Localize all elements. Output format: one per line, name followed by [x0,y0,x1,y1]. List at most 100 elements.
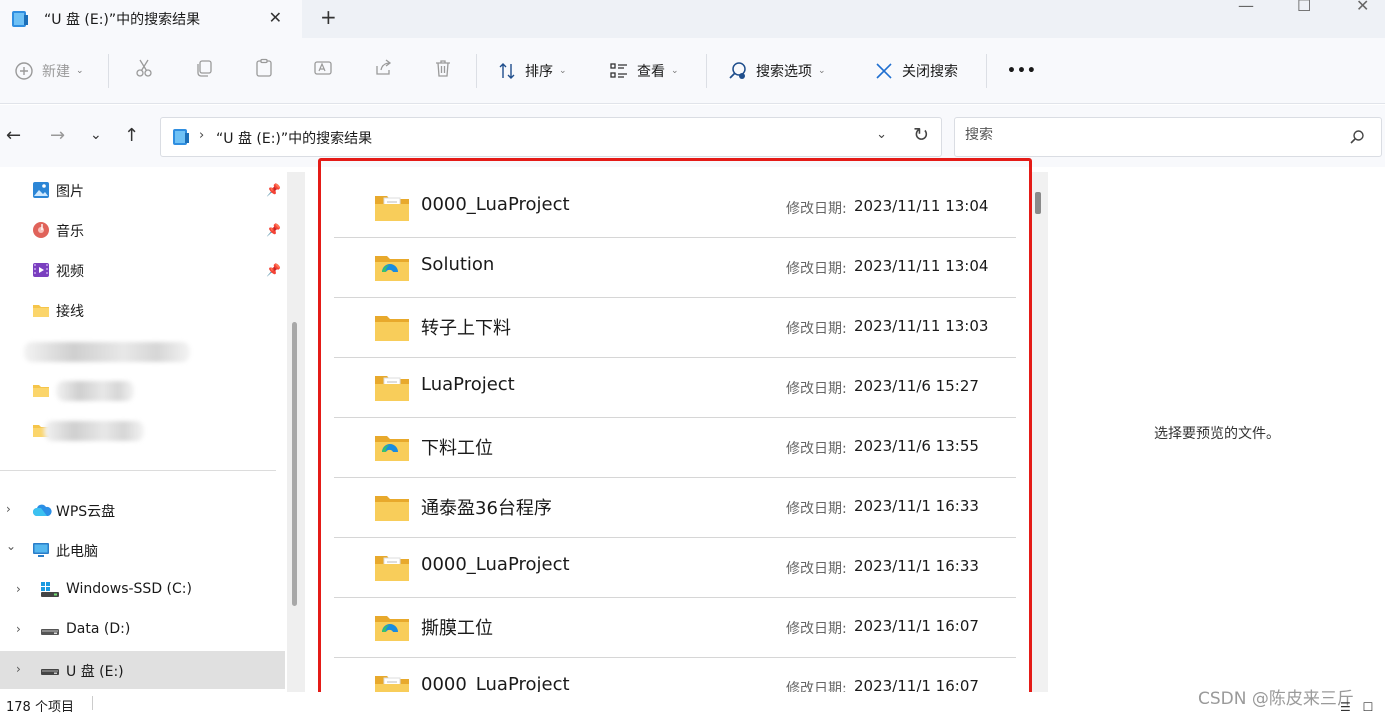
folder-icon [32,301,50,319]
view-list-icon [609,61,629,81]
refresh-icon[interactable]: ↻ [913,124,929,146]
new-tab-button[interactable]: + [320,5,337,29]
chevron-down-icon[interactable]: ⌄ [6,539,16,553]
details-view-icon[interactable]: ☰ [1340,700,1351,714]
sidebar-item-drive-d[interactable]: › Data (D:) [0,611,285,649]
address-bar[interactable]: › “U 盘 (E:)”中的搜索结果 ⌄ ↻ [160,117,942,157]
usb-drive-icon [40,661,59,679]
chevron-right-icon[interactable]: › [6,502,11,516]
chevron-right-icon[interactable]: › [16,622,21,636]
back-arrow-icon[interactable]: ← [6,125,21,146]
recent-locations-chevron-icon[interactable]: ⌄ [90,127,102,143]
sidebar-item-label: Windows-SSD (C:) [66,581,192,597]
results-scrollbar[interactable] [1032,172,1048,692]
videos-icon [32,261,50,279]
breadcrumb-separator[interactable]: › [199,128,204,143]
tiles-view-icon[interactable]: ☐ [1363,700,1374,714]
music-icon [32,221,50,239]
search-options-button[interactable]: 搜索选项 ⌄ [728,58,826,84]
pin-icon[interactable]: 📌 [266,223,281,237]
minimize-button[interactable]: — [1238,0,1254,15]
redacted-sidebar-item [24,342,190,362]
view-button[interactable]: 查看 ⌄ [609,58,679,84]
tab-search-results[interactable]: “U 盘 (E:)”中的搜索结果 ✕ [0,0,302,38]
status-divider [92,696,93,710]
search-box[interactable] [954,117,1382,157]
tab-title: “U 盘 (E:)”中的搜索结果 [44,12,201,28]
search-options-label: 搜索选项 [756,64,812,80]
usb-drive-icon [10,10,30,28]
search-options-icon [728,61,748,81]
tab-close-button[interactable]: ✕ [269,8,282,27]
maximize-button[interactable]: ☐ [1297,0,1311,15]
pictures-icon [32,181,50,199]
chevron-right-icon[interactable]: › [16,662,21,676]
chevron-down-icon: ⌄ [559,66,567,76]
new-button-label: 新建 [42,64,70,80]
results-scrollbar-thumb[interactable] [1035,192,1041,214]
sidebar-item-label: Data (D:) [66,621,131,637]
sidebar-item-label: 此电脑 [56,544,98,560]
sidebar-item-pictures[interactable]: 图片 📌 [0,171,285,209]
forward-arrow-icon[interactable]: → [50,125,65,146]
rename-icon[interactable] [313,58,333,78]
sidebar-item-label: WPS云盘 [56,504,116,520]
navigation-pane: 图片 📌 音乐 📌 视频 📌 接线 › WPS云盘 ⌄ 此电脑 › Window… [0,167,285,692]
sidebar-item-wps-cloud[interactable]: › WPS云盘 [0,491,285,529]
redacted-label [44,421,144,441]
cut-icon[interactable] [134,58,154,78]
toolbar-divider [108,54,109,88]
sidebar-item-this-pc[interactable]: ⌄ 此电脑 [0,531,285,569]
usb-drive-icon [171,127,191,151]
sidebar-divider [0,470,276,471]
item-count: 178 个项目 [6,700,74,714]
folder-icon [32,381,50,399]
sidebar-scrollbar-thumb[interactable] [292,322,297,606]
toolbar-divider [706,54,707,88]
sidebar-item-drive-e[interactable]: › U 盘 (E:) [0,651,285,689]
cloud-icon [32,501,52,519]
search-input[interactable] [965,127,1325,143]
sidebar-item-label: 接线 [56,304,84,320]
chevron-down-icon: ⌄ [818,66,826,76]
up-arrow-icon[interactable]: ↑ [124,125,139,146]
close-icon [874,61,894,81]
sidebar-item-label: 音乐 [56,224,84,240]
preview-pane: 选择要预览的文件。 [1048,167,1385,692]
close-window-button[interactable]: ✕ [1356,0,1369,15]
search-icon[interactable] [1349,129,1365,149]
toolbar-divider [476,54,477,88]
plus-circle-icon [14,61,34,81]
watermark: CSDN @陈皮来三斤 [1198,689,1354,709]
delete-icon[interactable] [433,58,453,78]
sidebar-item-redacted[interactable] [0,371,285,409]
preview-placeholder-text: 选择要预览的文件。 [1154,426,1280,442]
copy-icon[interactable] [194,58,214,78]
view-button-label: 查看 [637,64,665,80]
breadcrumb-path[interactable]: “U 盘 (E:)”中的搜索结果 [216,128,372,148]
sidebar-item-label: 图片 [56,184,84,200]
drive-icon [40,621,59,639]
sidebar-item-wiring[interactable]: 接线 [0,291,285,329]
status-bar: 178 个项目 [0,692,1385,714]
pin-icon[interactable]: 📌 [266,183,281,197]
pin-icon[interactable]: 📌 [266,263,281,277]
chevron-right-icon[interactable]: › [16,582,21,596]
sort-icon [497,61,517,81]
close-search-label: 关闭搜索 [902,64,958,80]
sort-button[interactable]: 排序 ⌄ [497,58,567,84]
windows-drive-icon [40,581,59,599]
sidebar-item-music[interactable]: 音乐 📌 [0,211,285,249]
address-dropdown-chevron-icon[interactable]: ⌄ [876,127,887,142]
sidebar-item-drive-c[interactable]: › Windows-SSD (C:) [0,571,285,609]
new-button[interactable]: 新建 ⌄ [14,58,84,84]
redacted-label [56,381,134,401]
view-toggle-buttons[interactable]: ☰ ☐ [1340,700,1373,714]
paste-icon[interactable] [254,58,274,78]
share-icon[interactable] [373,58,393,78]
more-options-button[interactable]: ••• [1007,58,1037,84]
command-bar: 新建 ⌄ 排序 ⌄ 查看 ⌄ 搜索选项 ⌄ 关闭搜索 ••• [0,38,1385,104]
title-bar: “U 盘 (E:)”中的搜索结果 ✕ + — ☐ ✕ [0,0,1385,38]
sidebar-item-videos[interactable]: 视频 📌 [0,251,285,289]
close-search-button[interactable]: 关闭搜索 [874,58,958,84]
